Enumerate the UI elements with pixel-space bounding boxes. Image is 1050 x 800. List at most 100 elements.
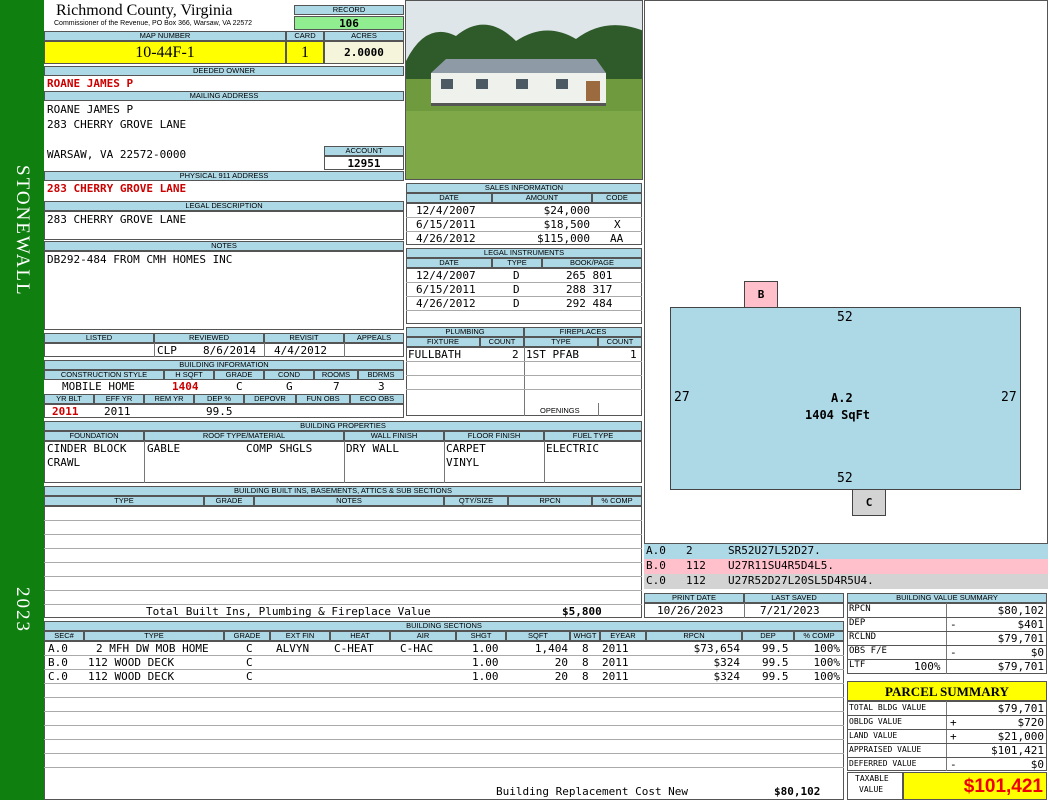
col-hsqft: H SQFT: [164, 370, 214, 380]
last-saved-header: LAST SAVED: [744, 593, 844, 603]
acres-value: 2.0000: [324, 41, 404, 64]
col-ecoobs: ECO OBS: [350, 394, 404, 404]
sec-cell: 1,404: [534, 642, 568, 655]
foundation-1: CINDER BLOCK: [47, 442, 127, 455]
legend-row-c: C.0 112 U27R52D27L20SL5D4R5U4.: [644, 574, 1048, 589]
dep-value: 99.5: [206, 405, 233, 418]
col-remyr: REM YR: [144, 394, 194, 404]
ps-sign: -: [950, 758, 957, 771]
roof-type: GABLE: [147, 442, 181, 455]
instr-book-1: 265 801: [566, 269, 613, 282]
sec-cell: C: [246, 670, 253, 683]
fire-col-type: TYPE: [524, 337, 598, 347]
sale-code-3: AA: [610, 232, 624, 245]
instr-type-3: D: [513, 297, 520, 310]
legend-code: 2: [686, 544, 693, 557]
ps-value: $0: [1030, 758, 1044, 771]
legend-path: U27R11SU4R5D4L5.: [728, 559, 834, 572]
notes-header: NOTES: [44, 241, 404, 251]
taxable-label-1: TAXABLE: [855, 774, 889, 783]
sidebar: STONEWALL 2023: [0, 0, 44, 800]
sec-cell: 112 WOOD DECK: [88, 656, 175, 669]
plumbing-count: 2: [512, 348, 519, 361]
sale-date-3: 4/26/2012: [416, 232, 476, 245]
sales-col-code: CODE: [592, 193, 642, 203]
sketch-main-sqft: 1404 SqFt: [805, 408, 871, 422]
effyr-value: 2011: [104, 405, 131, 418]
wall-finish: DRY WALL: [346, 442, 399, 455]
instr-col-type: TYPE: [492, 258, 542, 268]
fireplaces-header: FIREPLACES: [524, 327, 642, 337]
county-title: Richmond County, Virginia: [56, 2, 233, 19]
mailing-line2: 283 CHERRY GROVE LANE: [47, 118, 187, 131]
reviewer-value: CLP: [157, 344, 177, 357]
sec-col-air: AIR: [390, 631, 456, 641]
sec-col-type: TYPE: [84, 631, 224, 641]
sec-cell: C-HAC: [400, 642, 434, 655]
instr-date-2: 6/15/2011: [416, 283, 476, 296]
prop-col-fuel: FUEL TYPE: [544, 431, 642, 441]
deeded-owner-value: ROANE JAMES P: [47, 77, 134, 90]
ps-value: $21,000: [997, 730, 1044, 743]
plumbing-header: PLUMBING: [406, 327, 524, 337]
foundation-2: CRAWL: [47, 456, 81, 469]
card-header: CARD: [286, 31, 324, 41]
deeded-owner-header: DEEDED OWNER: [44, 66, 404, 76]
taxable-value: $101,421: [903, 772, 1047, 800]
col-yrblt: YR BLT: [44, 394, 94, 404]
sec-cell: 20: [554, 670, 568, 683]
col-dep: DEP %: [194, 394, 244, 404]
building-info-header: BUILDING INFORMATION: [44, 360, 404, 370]
mailing-line1: ROANE JAMES P: [47, 103, 134, 116]
builtins-total-value: $5,800: [562, 605, 602, 618]
vs-value: $80,102: [997, 604, 1044, 617]
fireplace-count: 1: [630, 348, 637, 361]
sketch-deck-c: C: [852, 489, 886, 516]
vs-label: RCLND: [849, 632, 877, 642]
sec-cell: $73,654: [693, 642, 740, 655]
col-effyr: EFF YR: [94, 394, 144, 404]
ps-value: $101,421: [991, 744, 1044, 757]
sec-cell: 2 MFH DW MOB HOME: [96, 642, 209, 655]
sale-date-1: 12/4/2007: [416, 204, 476, 217]
sec-cell: C: [246, 656, 253, 669]
ps-label: DEFERRED VALUE: [849, 759, 917, 768]
reviewed-header: REVIEWED: [154, 333, 264, 343]
legend-code: 112: [686, 574, 706, 587]
grade-value: C: [236, 380, 243, 393]
col-bdrms: BDRMS: [358, 370, 404, 380]
ps-sign: +: [950, 730, 957, 743]
builtins-col-type: TYPE: [44, 496, 204, 506]
vs-label: OBS F/E: [849, 646, 887, 656]
notes-value: DB292-484 FROM CMH HOMES INC: [47, 253, 233, 266]
vs-value: $79,701: [997, 632, 1044, 645]
sec-col-dep: DEP: [742, 631, 794, 641]
sketch-dim-left: 27: [674, 390, 690, 405]
prop-col-roof: ROOF TYPE/MATERIAL: [144, 431, 344, 441]
sec-col-pcomp: % COMP: [794, 631, 844, 641]
legend-path: U27R52D27L20SL5D4R5U4.: [728, 574, 874, 587]
ps-label: TOTAL BLDG VALUE: [849, 703, 927, 712]
sec-cell: 20: [554, 656, 568, 669]
sec-cell: 8: [582, 642, 589, 655]
vs-value: $0: [1030, 646, 1044, 659]
physical-address-header: PHYSICAL 911 ADDRESS: [44, 171, 404, 181]
card-value: 1: [286, 41, 324, 64]
ps-sign: +: [950, 716, 957, 729]
vs-value: $79,701: [997, 660, 1044, 673]
col-funobs: FUN OBS: [296, 394, 350, 404]
vs-sign: -: [950, 646, 957, 659]
fire-col-count: COUNT: [598, 337, 642, 347]
legend-row-a: A.0 2 SR52U27L52D27.: [644, 544, 1048, 559]
sketch-dim-right: 27: [1001, 390, 1017, 405]
sec-cell: $324: [713, 670, 741, 683]
instruments-header: LEGAL INSTRUMENTS: [406, 248, 642, 258]
sec-col-rpcn: RPCN: [646, 631, 742, 641]
replacement-cost-label: Building Replacement Cost New: [496, 785, 689, 798]
sec-col-shgt: SHGT: [456, 631, 506, 641]
instr-book-3: 292 484: [566, 297, 613, 310]
builtins-col-grade: GRADE: [204, 496, 254, 506]
instr-col-date: DATE: [406, 258, 492, 268]
sketch-dim-bottom: 52: [837, 471, 853, 486]
col-grade: GRADE: [214, 370, 264, 380]
